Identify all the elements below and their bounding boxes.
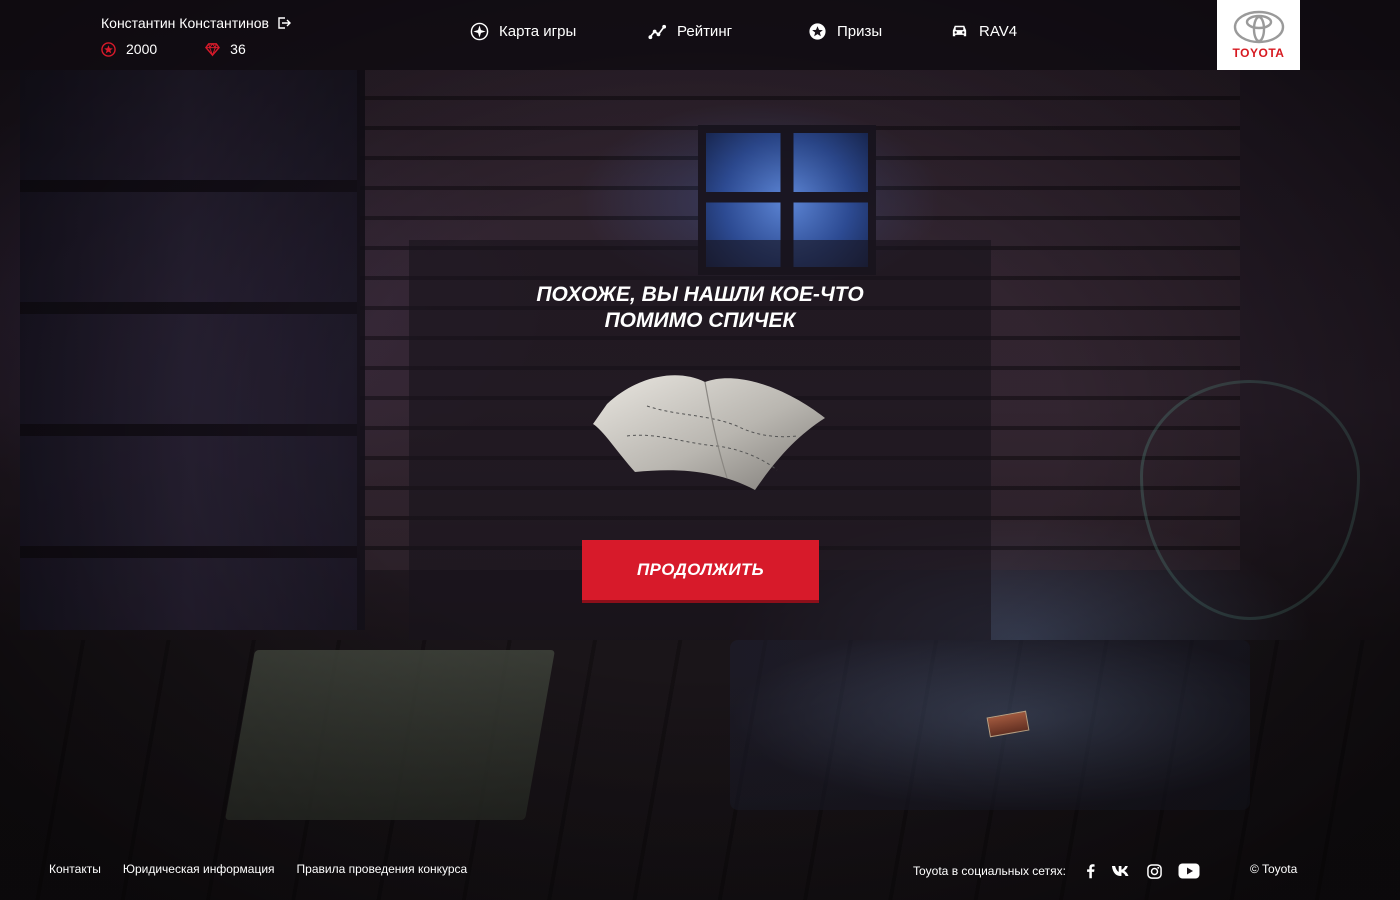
youtube-icon[interactable] [1178, 863, 1200, 879]
facebook-icon[interactable] [1086, 863, 1095, 879]
gems-stat: 36 [205, 41, 246, 57]
map-scroll-icon [593, 375, 825, 490]
dialog-title-line2: помимо спичек [604, 309, 796, 332]
toyota-emblem-icon [1233, 10, 1284, 44]
found-item-image [587, 366, 827, 496]
footer-link-contacts[interactable]: Контакты [49, 862, 101, 876]
nav-item-prizes[interactable]: Призы [808, 22, 882, 41]
compass-icon [470, 22, 489, 41]
diamond-icon [205, 42, 221, 56]
social-label: Toyota в социальных сетях: [913, 864, 1066, 878]
nav-item-label: RAV4 [979, 23, 1018, 40]
nav-item-game-map[interactable]: Карта игры [470, 22, 576, 41]
user-name: Константин Константинов [101, 15, 269, 31]
points-icon [101, 41, 116, 57]
dialog-title-line1: Похоже, вы нашли кое-что [536, 283, 864, 306]
toyota-wordmark: TOYOTA [1232, 46, 1285, 60]
nav-item-label: Карта игры [499, 23, 577, 40]
continue-button[interactable]: Продолжить [582, 540, 819, 600]
toyota-logo[interactable]: TOYOTA [1217, 0, 1300, 70]
copyright: © Toyota [1250, 862, 1298, 876]
points-stat: 2000 [101, 41, 157, 57]
footer-link-rules[interactable]: Правила проведения конкурса [297, 862, 468, 876]
footer-link-legal[interactable]: Юридическая информация [123, 862, 275, 876]
social-links: Toyota в социальных сетях: [913, 860, 1216, 882]
nav-item-rav4[interactable]: RAV4 [950, 22, 1017, 41]
chart-line-icon [648, 24, 667, 40]
nav-item-label: Призы [837, 23, 883, 40]
nav-item-label: Рейтинг [677, 23, 733, 40]
user-panel: Константин Константинов 2000 36 [101, 14, 294, 58]
points-value: 2000 [126, 41, 158, 57]
found-item-dialog: Похоже, вы нашли кое-что помимо спичек П… [409, 240, 991, 640]
gems-value: 36 [230, 41, 246, 57]
footer: Контакты Юридическая информация Правила … [0, 860, 1400, 882]
car-icon [952, 25, 967, 37]
nav-item-rating[interactable]: Рейтинг [648, 22, 732, 41]
logout-icon[interactable] [277, 16, 291, 30]
star-badge-icon [809, 23, 826, 40]
top-bar: Константин Константинов 2000 36 Карта иг… [0, 0, 1400, 70]
footer-links: Контакты Юридическая информация Правила … [49, 862, 489, 876]
instagram-icon[interactable] [1147, 863, 1162, 879]
dialog-title: Похоже, вы нашли кое-что помимо спичек [409, 282, 991, 334]
vk-icon[interactable] [1111, 865, 1131, 877]
